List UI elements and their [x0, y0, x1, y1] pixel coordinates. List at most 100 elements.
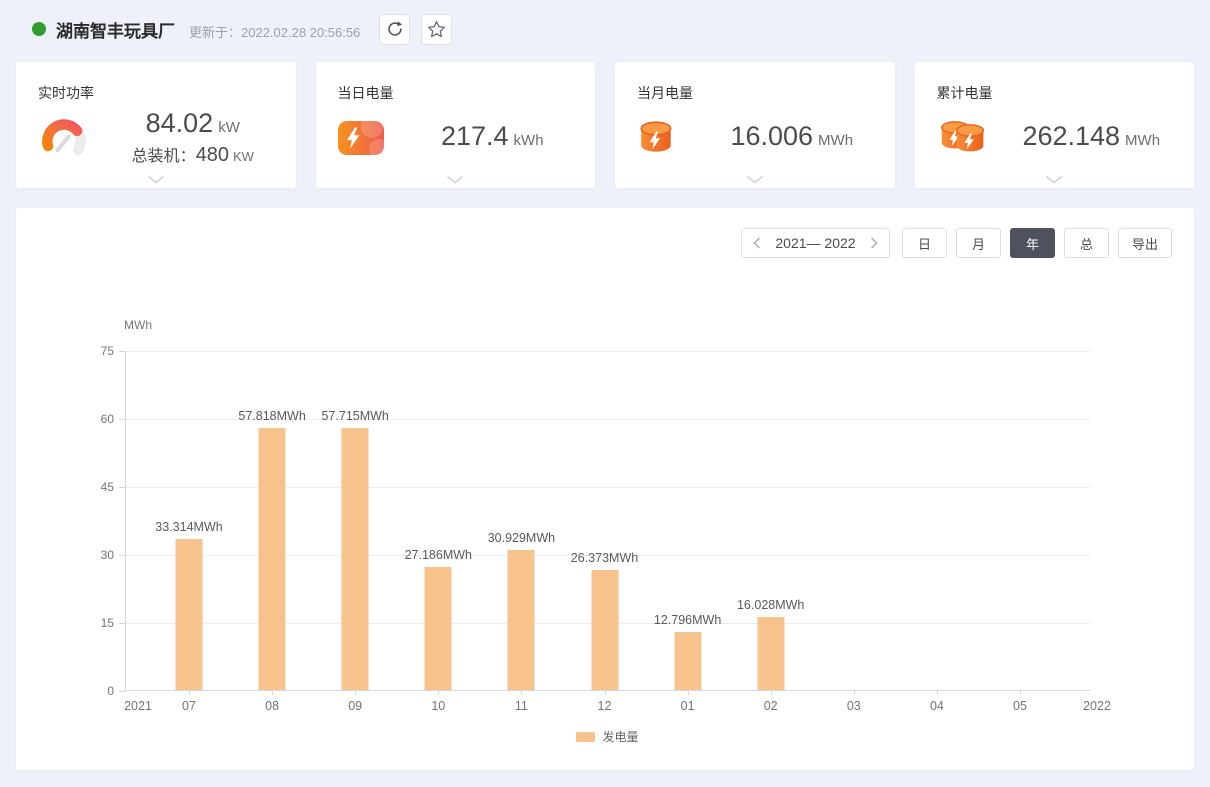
chevron-left-icon	[753, 237, 761, 249]
stat-card: 当日电量 217.4 kWh	[316, 62, 596, 188]
export-button[interactable]: 导出	[1118, 228, 1172, 258]
legend[interactable]: 发电量	[125, 728, 1090, 745]
bar[interactable]	[757, 617, 784, 690]
card-expand-button[interactable]	[1039, 173, 1069, 186]
stat-card-title: 实时功率	[38, 83, 94, 103]
stat-icon-wrap	[36, 114, 102, 162]
installed-capacity-label: 总装机：	[132, 148, 196, 165]
stat-value: 84.02	[146, 108, 214, 138]
bar-value-label: 33.314MWh	[155, 520, 222, 534]
stat-card-title: 累计电量	[937, 83, 993, 103]
x-tick-label: 01	[681, 699, 695, 713]
y-tick-label: 15	[72, 616, 114, 630]
x-tick-label: 09	[348, 699, 362, 713]
card-expand-button[interactable]	[740, 173, 770, 186]
installed-capacity: 总装机：480KW	[102, 143, 284, 169]
y-tick-label: 45	[72, 480, 114, 494]
y-tick-mark	[119, 555, 126, 556]
bar[interactable]	[508, 550, 535, 690]
stat-cards-row: 实时功率84.02kW总装机：480KW当日电量217.4kWh当月电量16.0…	[16, 62, 1194, 188]
header: 湖南智丰玩具厂 更新于：2022.02.28 20:56:56	[16, 12, 452, 46]
prev-range-button[interactable]	[753, 237, 761, 249]
date-range-label: 2021— 2022	[775, 235, 855, 251]
bar[interactable]	[674, 632, 701, 690]
tab-year[interactable]: 年	[1010, 228, 1055, 258]
battery-icon	[635, 118, 679, 158]
x-tick-label: 04	[930, 699, 944, 713]
bar-value-label: 26.373MWh	[571, 551, 638, 565]
stat-card-body: 84.02kW 总装机：480KW	[36, 110, 284, 166]
chevron-down-icon	[147, 175, 165, 184]
gridline	[126, 351, 1090, 352]
y-tick-label: 30	[72, 548, 114, 562]
stat-card: 当月电量16.006MWh	[615, 62, 895, 188]
x-tick-label: 03	[847, 699, 861, 713]
chart-card: 2021— 2022 日月年总导出 MWh 015304560752021070…	[16, 208, 1194, 770]
bar[interactable]	[425, 567, 452, 690]
bar-chart-plot-area: MWh 015304560752021070809101112010203040…	[125, 351, 1090, 691]
stat-unit: kW	[218, 119, 240, 136]
stat-value-area: 16.006 MWh	[701, 121, 883, 156]
status-dot	[32, 22, 46, 36]
x-tick-label: 2022	[1083, 699, 1111, 713]
x-tick-mark	[854, 690, 855, 695]
chevron-down-icon	[1045, 175, 1063, 184]
stat-card-title: 当日电量	[338, 83, 394, 103]
refresh-button[interactable]	[379, 14, 410, 45]
x-tick-mark	[521, 690, 522, 695]
x-tick-label: 02	[764, 699, 778, 713]
y-tick-mark	[119, 419, 126, 420]
favorite-button[interactable]	[421, 14, 452, 45]
bar-value-label: 12.796MWh	[654, 613, 721, 627]
star-icon	[427, 20, 446, 39]
x-tick-label: 07	[182, 699, 196, 713]
date-range-picker[interactable]: 2021— 2022	[741, 228, 890, 258]
bar-value-label: 57.818MWh	[238, 409, 305, 423]
y-tick-mark	[119, 487, 126, 488]
bar[interactable]	[342, 428, 369, 690]
card-expand-button[interactable]	[440, 173, 470, 186]
stat-card: 累计电量 262.148MWh	[915, 62, 1195, 188]
stat-icon-wrap	[935, 117, 1001, 159]
y-tick-label: 75	[72, 344, 114, 358]
stat-value: 16.006	[730, 121, 813, 151]
bar[interactable]	[176, 539, 203, 690]
legend-marker	[576, 732, 595, 742]
bar[interactable]	[591, 570, 618, 690]
stat-card-body: 217.4 kWh	[336, 110, 584, 166]
stat-value: 262.148	[1022, 121, 1120, 151]
stat-value: 217.4	[441, 121, 509, 151]
stat-value-area: 262.148MWh	[1001, 121, 1183, 156]
card-expand-button[interactable]	[141, 173, 171, 186]
stat-unit: kWh	[514, 132, 544, 149]
bar[interactable]	[259, 428, 286, 690]
x-tick-mark	[272, 690, 273, 695]
y-tick-mark	[119, 691, 126, 692]
next-range-button[interactable]	[870, 237, 878, 249]
bolt-pill-icon	[336, 118, 386, 158]
refresh-icon	[386, 20, 404, 38]
bar-value-label: 16.028MWh	[737, 598, 804, 612]
stat-value-area: 217.4 kWh	[402, 121, 584, 156]
x-tick-mark	[189, 690, 190, 695]
stat-card: 实时功率 84.02kW 总装机：480KW	[16, 62, 296, 188]
bar-value-label: 27.186MWh	[405, 548, 472, 562]
x-tick-label: 08	[265, 699, 279, 713]
updated-timestamp: 更新于：2022.02.28 20:56:56	[189, 18, 360, 41]
stat-value-area: 84.02kW 总装机：480KW	[102, 108, 284, 169]
x-tick-mark	[937, 690, 938, 695]
chart-toolbar: 2021— 2022 日月年总导出	[741, 228, 1172, 258]
bar-value-label: 57.715MWh	[321, 409, 388, 423]
y-tick-mark	[119, 351, 126, 352]
stat-icon-wrap	[336, 118, 402, 158]
page-title: 湖南智丰玩具厂	[56, 17, 175, 42]
bar-value-label: 30.929MWh	[488, 531, 555, 545]
stat-unit: MWh	[818, 132, 853, 149]
chevron-right-icon	[870, 237, 878, 249]
x-tick-label: 10	[431, 699, 445, 713]
tab-total[interactable]: 总	[1064, 228, 1109, 258]
tab-month[interactable]: 月	[956, 228, 1001, 258]
stat-card-body: 262.148MWh	[935, 110, 1183, 166]
stat-icon-wrap	[635, 118, 701, 158]
tab-day[interactable]: 日	[902, 228, 947, 258]
